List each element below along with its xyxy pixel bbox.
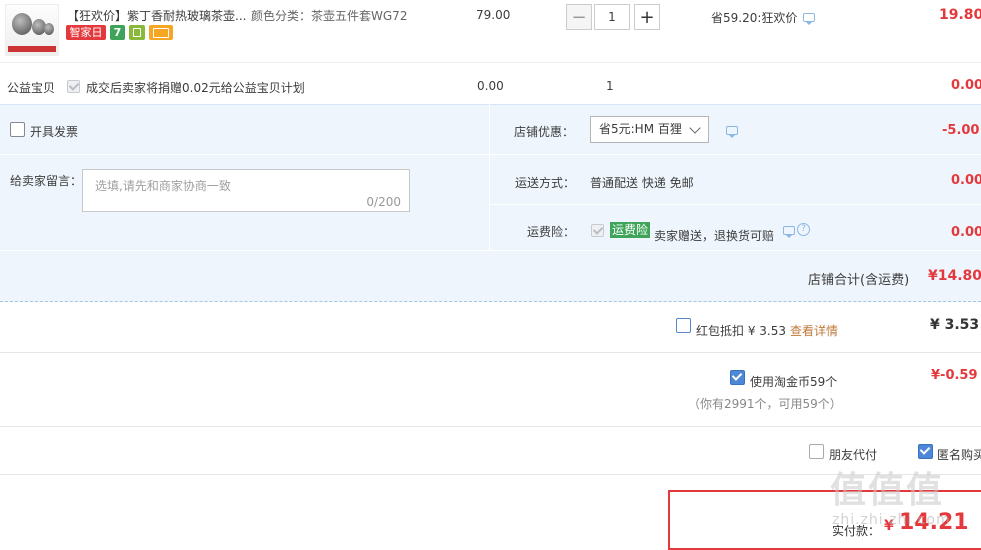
charity-quantity: 1 <box>606 79 614 93</box>
message-label: 给卖家留言： <box>10 174 83 188</box>
shipping-method: 普通配送 快递 免邮 <box>590 176 694 190</box>
shipping-label: 运送方式： <box>515 176 576 190</box>
anonymous-purchase-checkbox[interactable] <box>918 444 933 459</box>
badge-smart-home-day: 智家日 <box>66 25 106 40</box>
red-packet-details-link[interactable]: 查看详情 <box>790 322 838 339</box>
taojinbi-balance: （你有2991个，可用59个） <box>688 397 842 411</box>
credit-card-icon <box>149 25 173 40</box>
product-title-link[interactable]: 【狂欢价】紫丁香耐热玻璃茶壶... <box>67 7 246 24</box>
taojinbi-label: 使用淘金币59个 <box>750 375 838 389</box>
invoice-label: 开具发票 <box>30 125 79 139</box>
product-thumbnail[interactable] <box>5 4 59 56</box>
insurance-checkbox <box>591 224 604 237</box>
promo-tag: 【狂欢价】 <box>67 9 128 23</box>
message-counter: 0/200 <box>366 195 401 209</box>
decrease-quantity-button[interactable]: − <box>566 4 592 30</box>
friend-pay-checkbox[interactable] <box>809 444 824 459</box>
discount-note: 省59.20:狂欢价 <box>711 11 798 25</box>
taojinbi-checkbox[interactable] <box>730 370 745 385</box>
shop-discount-amount: -5.00 <box>942 123 980 138</box>
red-packet-checkbox[interactable] <box>676 318 691 333</box>
charity-subtotal: 0.00 <box>951 78 981 93</box>
insurance-text: 卖家赠送，退换货可赔 <box>654 229 775 243</box>
guarantee-icon <box>129 25 145 40</box>
insurance-amount: 0.00 <box>951 225 981 240</box>
chat-icon[interactable] <box>803 13 815 25</box>
charity-label: 公益宝贝 <box>7 81 56 95</box>
chevron-down-icon <box>689 122 701 134</box>
seven-day-return-icon: 7 <box>110 25 125 40</box>
insurance-badge: 运费险 <box>610 222 651 238</box>
charity-checkbox <box>67 80 80 93</box>
product-title: 紫丁香耐热玻璃茶壶... <box>127 9 247 23</box>
watermark-url: zhi.zhi.zhi.com <box>832 512 951 528</box>
chat-icon[interactable] <box>783 226 795 238</box>
message-placeholder: 选填,请先和商家协商一致 <box>95 179 231 193</box>
taojinbi-amount: ¥-0.59 <box>931 368 978 383</box>
shop-discount-selected: 省5元:HM 百狸 <box>599 122 682 136</box>
shop-total-amount: ¥14.80 <box>928 268 981 284</box>
unit-price: 79.00 <box>476 8 511 22</box>
watermark-logo: 值值值 <box>830 470 945 511</box>
item-subtotal: 19.80 <box>939 7 981 23</box>
increase-quantity-button[interactable]: + <box>634 4 660 30</box>
seller-message-textarea[interactable]: 选填,请先和商家协商一致 0/200 <box>82 169 410 212</box>
invoice-checkbox[interactable] <box>10 122 25 137</box>
chat-icon[interactable] <box>726 126 738 138</box>
insurance-label: 运费险： <box>527 225 576 239</box>
quantity-input[interactable]: 1 <box>594 4 630 30</box>
shop-total-label: 店铺合计(含运费) <box>808 273 910 288</box>
charity-price: 0.00 <box>477 79 504 93</box>
red-packet-amount: ¥ 3.53 <box>930 317 980 333</box>
shipping-amount: 0.00 <box>951 173 981 188</box>
help-icon[interactable]: ? <box>797 223 810 236</box>
charity-description: 成交后卖家将捐赠0.02元给公益宝贝计划 <box>86 81 305 95</box>
shop-discount-select[interactable]: 省5元:HM 百狸 <box>590 116 709 143</box>
product-spec: 颜色分类：茶壶五件套WG72 <box>251 9 408 23</box>
shop-discount-label: 店铺优惠： <box>514 125 575 139</box>
red-packet-label: 红包抵扣 ¥ 3.53 <box>696 324 786 338</box>
